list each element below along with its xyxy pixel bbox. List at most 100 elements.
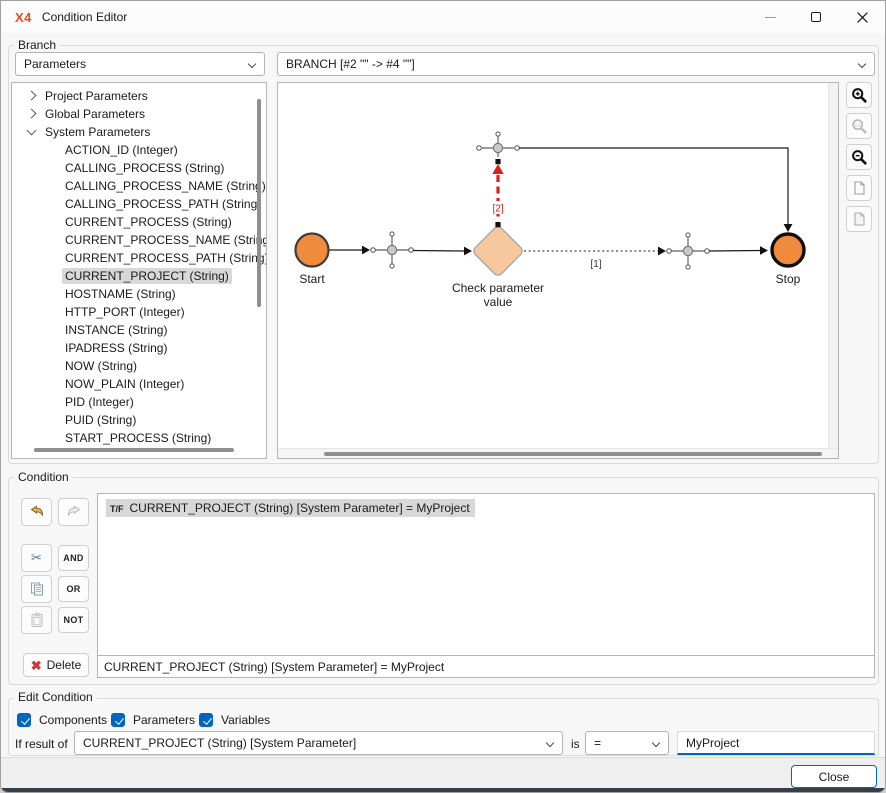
copy-button[interactable] [21, 575, 52, 603]
connector-node[interactable] [667, 233, 710, 269]
fit-page-button[interactable] [846, 175, 872, 201]
maximize-icon [811, 12, 821, 22]
window-bottom-edge [1, 788, 885, 792]
close-button[interactable]: Close [791, 765, 877, 788]
parameters-checkbox[interactable]: Parameters [111, 713, 195, 727]
tree-item[interactable]: CALLING_PROCESS_NAME (String) [12, 177, 254, 195]
tree-item-label: CALLING_PROCESS (String) [62, 160, 227, 176]
zoom-out-button[interactable] [846, 144, 872, 170]
variables-label: Variables [221, 713, 270, 727]
expression-value: CURRENT_PROJECT (String) [System Paramet… [83, 736, 356, 750]
operator-combobox[interactable]: = [585, 731, 669, 755]
edge-connector-to-decision[interactable] [413, 247, 472, 256]
components-checkbox[interactable]: Components [17, 713, 107, 727]
value-input[interactable]: MyProject [677, 731, 875, 755]
scissors-icon: ✂ [31, 550, 42, 566]
tree-item[interactable]: PID (Integer) [12, 393, 254, 411]
tree-item[interactable]: INSTANCE (String) [12, 321, 254, 339]
tree-expander-icon[interactable] [27, 90, 37, 100]
edge-start-to-connector[interactable] [329, 246, 371, 255]
title-bar: X4 Condition Editor [1, 1, 885, 33]
branch-source-combobox[interactable]: Parameters [15, 52, 265, 76]
condition-list[interactable]: T/F CURRENT_PROJECT (String) [System Para… [97, 493, 875, 656]
close-icon [857, 12, 868, 23]
diagram-horizontal-scrollbar[interactable] [278, 448, 838, 458]
delete-button[interactable]: ✖ Delete [23, 653, 89, 677]
and-operator-button[interactable]: AND [58, 545, 89, 571]
zoom-actual-size-button[interactable]: 1:1 [846, 113, 872, 139]
undo-button[interactable] [21, 498, 52, 526]
tree-item[interactable]: CURRENT_PROCESS_NAME (String) [12, 231, 254, 249]
tree-item[interactable]: NOW_PLAIN (Integer) [12, 375, 254, 393]
condition-summary-field: CURRENT_PROJECT (String) [System Paramet… [97, 655, 875, 678]
tree-item[interactable]: HTTP_PORT (Integer) [12, 303, 254, 321]
stop-node-label: Stop [776, 272, 801, 286]
tree-item[interactable]: CALLING_PROCESS_PATH (String) [12, 195, 254, 213]
stop-node[interactable] [772, 234, 804, 266]
tree-item[interactable]: CURRENT_PROCESS_PATH (String) [12, 249, 254, 267]
condition-row-prefix: T/F [110, 504, 124, 514]
tree-item[interactable]: HOSTNAME (String) [12, 285, 254, 303]
condition-row-text: CURRENT_PROJECT (String) [System Paramet… [130, 501, 470, 515]
not-operator-button[interactable]: NOT [58, 607, 89, 633]
expression-combobox[interactable]: CURRENT_PROJECT (String) [System Paramet… [74, 731, 563, 755]
edit-condition-group-label: Edit Condition [14, 691, 97, 704]
zoom-one-to-one-icon: 1:1 [851, 118, 868, 135]
tree-expander-icon[interactable] [27, 125, 37, 135]
zoom-out-icon [851, 149, 868, 166]
tree-item[interactable]: IPADRESS (String) [12, 339, 254, 357]
minimize-button[interactable] [747, 1, 793, 33]
redo-icon [66, 504, 82, 520]
chevron-down-icon [652, 739, 660, 747]
chevron-down-icon [248, 60, 256, 68]
tree-item[interactable]: ACTION_ID (Integer) [12, 141, 254, 159]
zoom-in-icon [851, 87, 868, 104]
condition-list-selected-row[interactable]: T/F CURRENT_PROJECT (String) [System Para… [106, 499, 475, 517]
tree-expander-icon[interactable] [27, 108, 37, 118]
edge-false-branch-routed[interactable] [519, 148, 792, 232]
maximize-button[interactable] [793, 1, 839, 33]
tree-item[interactable]: START_PROCESS (String) [12, 429, 254, 447]
tree-item-label: CALLING_PROCESS_NAME (String) [62, 178, 267, 194]
chevron-down-icon [546, 739, 554, 747]
branch-combobox[interactable]: BRANCH [#2 "" -> #4 ""] [277, 52, 875, 76]
edge-selected-red[interactable]: [2] [489, 159, 507, 227]
tree-item[interactable]: CURRENT_PROCESS (String) [12, 213, 254, 231]
copy-icon [29, 581, 45, 597]
zoom-in-button[interactable] [846, 82, 872, 108]
or-operator-button[interactable]: OR [58, 576, 89, 602]
tree-vertical-scrollbar[interactable] [257, 99, 261, 307]
tree-item[interactable]: System Parameters [12, 123, 254, 141]
tree-item[interactable]: CALLING_PROCESS (String) [12, 159, 254, 177]
tree-item[interactable]: Global Parameters [12, 105, 254, 123]
page-icon [851, 180, 867, 196]
tree-item[interactable]: Project Parameters [12, 87, 254, 105]
undo-icon [29, 504, 45, 520]
cut-button[interactable]: ✂ [21, 544, 52, 572]
redo-button[interactable] [58, 498, 89, 526]
window-title: Condition Editor [42, 10, 127, 24]
footer-bar [1, 757, 885, 788]
tree-item[interactable]: CURRENT_PROJECT (String) [12, 267, 254, 285]
paste-button[interactable] [21, 606, 52, 634]
tree-item[interactable]: PUID (String) [12, 411, 254, 429]
edge-true-branch[interactable] [524, 247, 666, 256]
fit-width-button[interactable] [846, 206, 872, 232]
tree-item[interactable]: NOW (String) [12, 357, 254, 375]
variables-checkbox[interactable]: Variables [199, 713, 270, 727]
start-node[interactable] [296, 234, 329, 267]
connector-node-top[interactable] [477, 132, 520, 157]
tree-item-label: System Parameters [42, 124, 153, 140]
diagram-vertical-scrollbar[interactable] [828, 83, 838, 449]
tree-item-label: IPADRESS (String) [62, 340, 170, 356]
minimize-icon [765, 17, 776, 18]
connector-node[interactable] [371, 232, 414, 268]
decision-node[interactable] [472, 225, 524, 277]
tree-horizontal-scrollbar[interactable] [34, 448, 234, 452]
edge-connector-to-stop[interactable] [709, 246, 768, 255]
close-window-button[interactable] [839, 1, 885, 33]
diagram-hscroll-thumb[interactable] [324, 452, 822, 456]
condition-summary-text: CURRENT_PROJECT (String) [System Paramet… [104, 660, 444, 674]
branch-source-value: Parameters [24, 57, 86, 71]
edge1-label: [1] [590, 259, 601, 270]
